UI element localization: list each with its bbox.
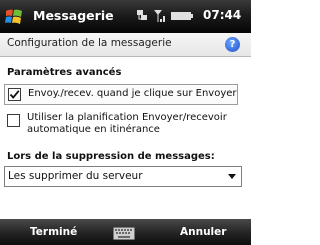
- settings-header: Configuration de la messagerie ?: [0, 33, 251, 57]
- select-value: Les supprimer du serveur: [8, 170, 143, 182]
- keyboard-icon[interactable]: [113, 225, 135, 240]
- title-bar: Messagerie 07:44: [0, 0, 251, 33]
- clock[interactable]: 07:44: [203, 8, 241, 22]
- option-roaming-schedule[interactable]: Utiliser la planification Envoyer/recevo…: [4, 111, 236, 143]
- status-icons[interactable]: [136, 8, 196, 24]
- advanced-settings-heading: Paramètres avancés: [7, 67, 122, 78]
- signal-icon: [154, 10, 165, 22]
- checkbox-checked[interactable]: [8, 88, 21, 101]
- done-button[interactable]: Terminé: [30, 226, 77, 238]
- option-send-receive-on-send[interactable]: Envoy./recev. quand je clique sur Envoye…: [4, 84, 238, 105]
- windows-start-icon[interactable]: [5, 8, 23, 25]
- deletion-heading: Lors de la suppression de messages:: [7, 151, 215, 162]
- chevron-down-icon[interactable]: [228, 174, 236, 179]
- cancel-button[interactable]: Annuler: [180, 226, 226, 238]
- checkbox-unchecked[interactable]: [7, 114, 20, 127]
- help-icon[interactable]: ?: [225, 37, 240, 52]
- app-title: Messagerie: [33, 8, 114, 23]
- deletion-select[interactable]: Les supprimer du serveur: [4, 166, 242, 187]
- softkey-bar: Terminé Annuler: [0, 219, 251, 245]
- option-label: Utiliser la planification Envoyer/recevo…: [27, 112, 227, 135]
- connectivity-icon: [137, 10, 147, 20]
- page-title: Configuration de la messagerie: [7, 37, 172, 49]
- battery-icon: [171, 12, 193, 20]
- option-label: Envoy./recev. quand je clique sur Envoye…: [28, 88, 237, 99]
